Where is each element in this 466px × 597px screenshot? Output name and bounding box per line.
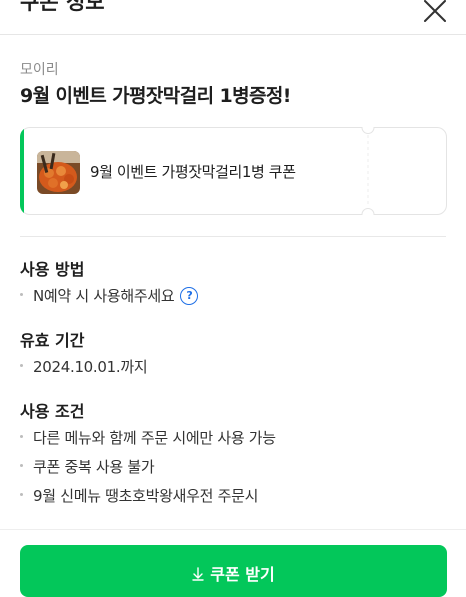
validity-item-text: 2024.10.01.까지 bbox=[33, 358, 148, 376]
conditions-section-title: 사용 조건 bbox=[20, 402, 85, 421]
bullet bbox=[20, 364, 23, 367]
get-coupon-label: 쿠폰 받기 bbox=[210, 565, 275, 584]
usage-item: N예약 시 사용해주세요? bbox=[20, 285, 199, 306]
coupon-card: 9월 이벤트 가평잣막걸리1병 쿠폰 bbox=[20, 127, 447, 215]
bullet bbox=[20, 435, 23, 438]
store-name: 모이리 bbox=[20, 62, 59, 78]
help-icon[interactable]: ? bbox=[180, 286, 199, 305]
coupon-title: 9월 이벤트 가평잣막걸리 1병증정! bbox=[20, 85, 291, 107]
coupon-food-image bbox=[37, 151, 80, 194]
header: 쿠폰 정보 bbox=[0, 0, 466, 35]
condition-item: 다른 메뉴와 함께 주문 시에만 사용 가능 bbox=[20, 427, 276, 448]
usage-item-text: N예약 시 사용해주세요 bbox=[33, 287, 175, 305]
footer-divider bbox=[0, 529, 466, 530]
validity-item: 2024.10.01.까지 bbox=[20, 356, 148, 377]
bullet bbox=[20, 293, 23, 296]
condition-item-text: 쿠폰 중복 사용 불가 bbox=[33, 458, 155, 476]
bullet bbox=[20, 464, 23, 467]
condition-item-text: 9월 신메뉴 땡초호박왕새우전 주문시 bbox=[33, 487, 259, 505]
bullet bbox=[20, 493, 23, 496]
page-title: 쿠폰 정보 bbox=[20, 0, 105, 14]
condition-item: 9월 신메뉴 땡초호박왕새우전 주문시 bbox=[20, 485, 258, 506]
condition-item: 쿠폰 중복 사용 불가 bbox=[20, 456, 155, 477]
usage-section-title: 사용 방법 bbox=[20, 260, 85, 279]
condition-item-text: 다른 메뉴와 함께 주문 시에만 사용 가능 bbox=[33, 429, 276, 447]
coupon-name: 9월 이벤트 가평잣막걸리1병 쿠폰 bbox=[90, 163, 296, 181]
close-button[interactable] bbox=[418, 0, 452, 28]
validity-section-title: 유효 기간 bbox=[20, 331, 85, 350]
get-coupon-button[interactable]: 쿠폰 받기 bbox=[20, 545, 447, 597]
close-icon bbox=[424, 0, 446, 22]
download-icon bbox=[192, 566, 204, 581]
divider bbox=[20, 236, 446, 237]
